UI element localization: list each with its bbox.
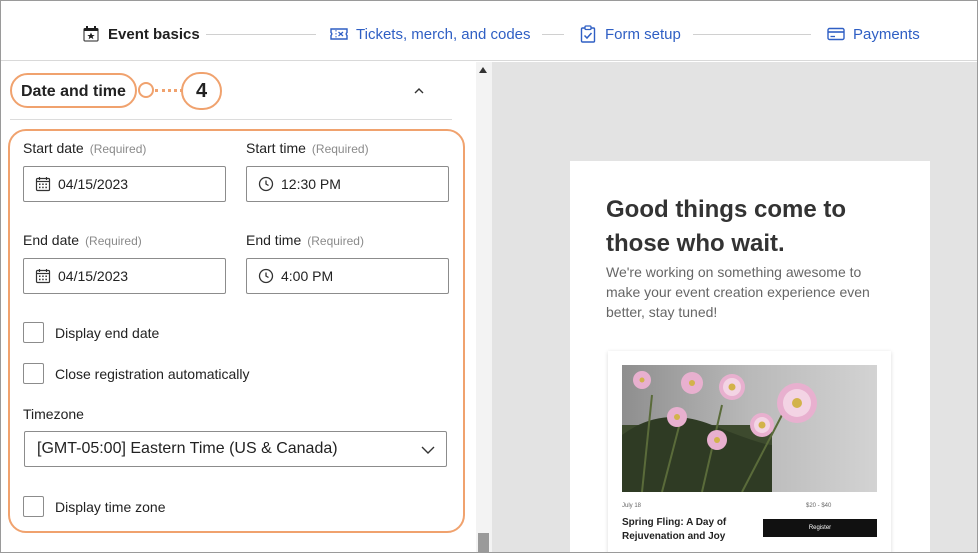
checkbox-label: Display time zone [55, 498, 166, 515]
timezone-select[interactable]: [GMT-05:00] Eastern Time (US & Canada) [24, 431, 447, 467]
label-text: Start date [23, 140, 84, 156]
event-card-preview: July 18 $20 - $40 Spring Fling: A Day of… [608, 351, 891, 552]
display-time-zone-checkbox[interactable] [23, 496, 44, 517]
section-title[interactable]: Date and time [21, 83, 126, 101]
vertical-scrollbar[interactable] [476, 62, 492, 552]
scroll-thumb[interactable] [478, 533, 489, 552]
required-hint: (Required) [85, 234, 142, 248]
step-navigation: Event basics Tickets, merch, and codes F… [1, 1, 977, 61]
event-date: July 18 [622, 503, 642, 509]
chevron-up-icon[interactable] [410, 82, 428, 100]
step-label: Tickets, merch, and codes [356, 25, 531, 43]
preview-card: Good things come to those who wait. We'r… [570, 161, 930, 552]
calendar-star-icon [82, 25, 100, 43]
label-text: End date [23, 232, 80, 248]
required-hint: (Required) [307, 234, 364, 248]
ticket-icon [330, 25, 348, 43]
preview-subtext: We're working on something awesome to ma… [606, 264, 870, 320]
required-hint: (Required) [311, 142, 369, 156]
app-window: Event basics Tickets, merch, and codes F… [0, 0, 978, 553]
callout-connector-dot [138, 82, 154, 98]
preview-headline: Good things come to those who wait. [606, 196, 846, 257]
label-text: Start time [246, 140, 306, 156]
close-registration-checkbox[interactable] [23, 363, 44, 384]
step-tickets-merch-codes[interactable]: Tickets, merch, and codes [330, 23, 531, 45]
field-value: 04/15/2023 [58, 268, 129, 284]
credit-card-icon [827, 25, 845, 43]
required-hint: (Required) [89, 142, 147, 156]
start-time-label: Start time (Required) [246, 140, 369, 156]
clipboard-check-icon [579, 25, 597, 43]
field-value: 4:00 PM [281, 268, 334, 284]
step-label: Event basics [108, 25, 200, 43]
callout-connector-line [155, 89, 183, 92]
settings-panel: Date and time 4 Start date (Required) 04/… [1, 62, 476, 552]
flower-photo [622, 365, 877, 492]
section-divider [10, 119, 452, 120]
field-value: 04/15/2023 [58, 176, 129, 192]
end-time-label: End time (Required) [246, 232, 364, 248]
close-registration-option: Close registration automatically [23, 363, 250, 384]
label-text: End time [246, 232, 302, 248]
step-divider [542, 34, 564, 35]
clock-icon [258, 176, 274, 192]
select-value: [GMT-05:00] Eastern Time (US & Canada) [37, 440, 338, 457]
start-date-input[interactable]: 04/15/2023 [23, 166, 226, 202]
step-label: Payments [853, 25, 920, 43]
clock-icon [258, 268, 274, 284]
register-button[interactable]: Register [763, 519, 877, 537]
step-divider [693, 34, 811, 35]
display-end-date-checkbox[interactable] [23, 322, 44, 343]
checkbox-label: Display end date [55, 324, 160, 341]
chevron-down-icon [420, 442, 436, 458]
event-title: Spring Fling: A Day of Rejuvenation and … [622, 517, 727, 542]
end-date-input[interactable]: 04/15/2023 [23, 258, 226, 294]
callout-number-badge: 4 [181, 72, 222, 110]
step-label: Form setup [605, 25, 681, 43]
start-date-label: Start date (Required) [23, 140, 146, 156]
end-time-input[interactable]: 4:00 PM [246, 258, 449, 294]
display-time-zone-option: Display time zone [23, 496, 166, 517]
scroll-up-arrow-icon[interactable] [479, 67, 487, 73]
calendar-icon [35, 176, 51, 192]
step-form-setup[interactable]: Form setup [579, 23, 681, 45]
preview-pane: Good things come to those who wait. We'r… [492, 62, 977, 552]
calendar-icon [35, 268, 51, 284]
step-payments[interactable]: Payments [827, 23, 920, 45]
step-divider [206, 34, 316, 35]
start-time-input[interactable]: 12:30 PM [246, 166, 449, 202]
end-date-label: End date (Required) [23, 232, 142, 248]
checkbox-label: Close registration automatically [55, 365, 250, 382]
step-event-basics[interactable]: Event basics [82, 23, 200, 45]
display-end-date-option: Display end date [23, 322, 159, 343]
timezone-label: Timezone [23, 406, 84, 422]
field-value: 12:30 PM [281, 176, 341, 192]
event-price: $20 - $40 [806, 503, 832, 509]
